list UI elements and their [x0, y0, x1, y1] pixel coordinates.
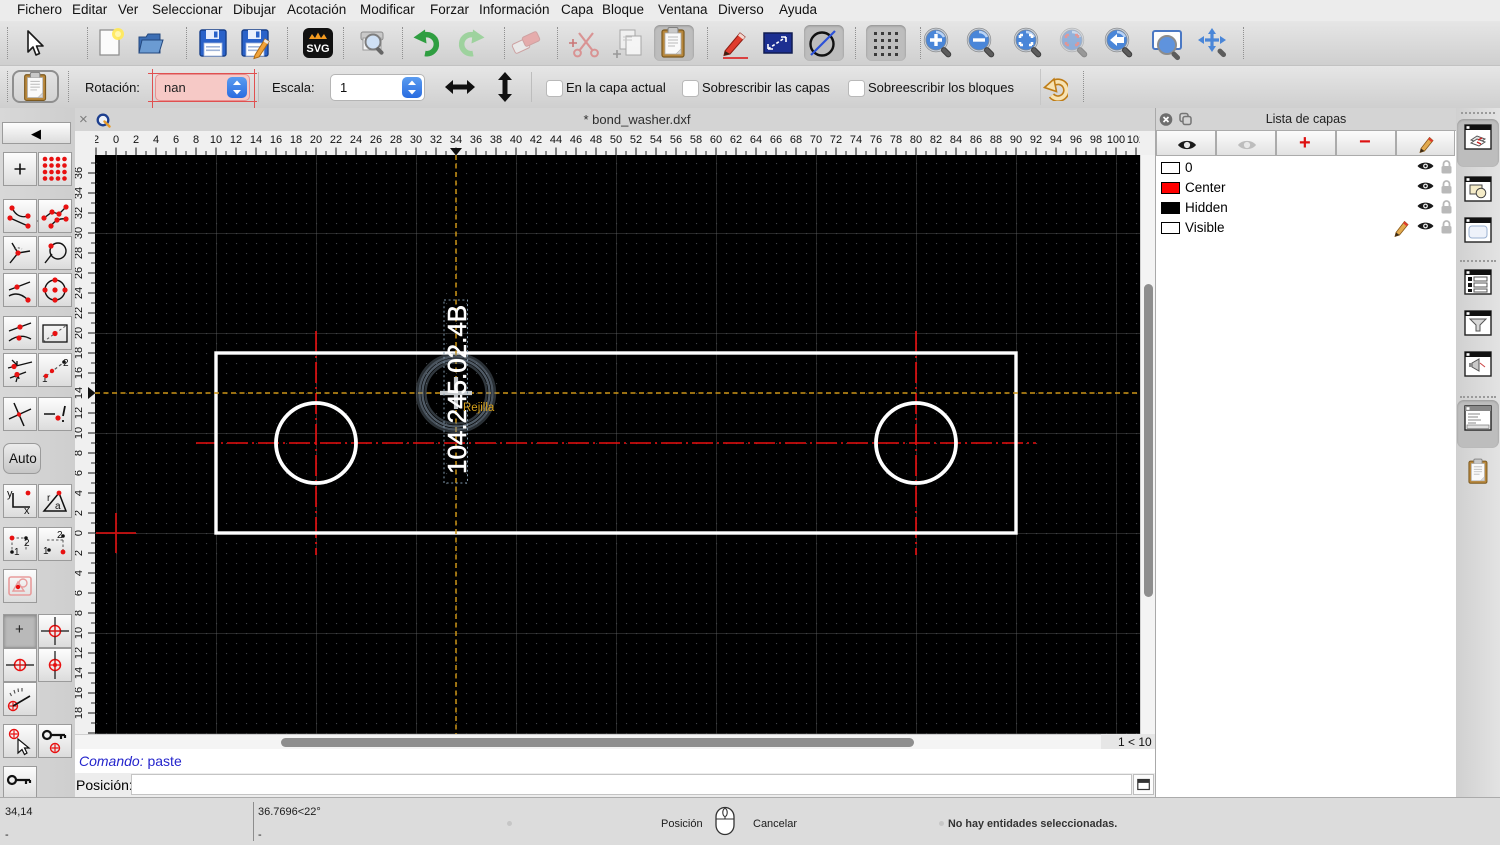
svg-text:92: 92 — [1030, 134, 1042, 146]
svg-text:14: 14 — [75, 387, 85, 399]
svg-text:24: 24 — [350, 134, 362, 146]
svg-text:62: 62 — [730, 134, 742, 146]
svg-text:76: 76 — [870, 134, 882, 146]
svg-text:58: 58 — [690, 134, 702, 146]
svg-text:32: 32 — [430, 134, 442, 146]
svg-text:36: 36 — [470, 134, 482, 146]
svg-text:8: 8 — [193, 134, 199, 146]
svg-text:16: 16 — [270, 134, 282, 146]
svg-text:30: 30 — [410, 134, 422, 146]
svg-text:20: 20 — [75, 327, 85, 339]
svg-text:72: 72 — [830, 134, 842, 146]
svg-text:8: 8 — [75, 450, 85, 456]
svg-text:16: 16 — [75, 687, 85, 699]
svg-text:32: 32 — [75, 207, 85, 219]
svg-text:100: 100 — [1107, 134, 1125, 146]
svg-text:0: 0 — [113, 134, 119, 146]
svg-text:34: 34 — [450, 134, 462, 146]
svg-text:2: 2 — [75, 550, 85, 556]
svg-text:16: 16 — [75, 367, 85, 379]
svg-text:26: 26 — [370, 134, 382, 146]
svg-text:4: 4 — [75, 570, 85, 576]
svg-text:14: 14 — [75, 667, 85, 679]
svg-text:10: 10 — [75, 427, 85, 439]
svg-text:30: 30 — [75, 227, 85, 239]
svg-text:a: a — [55, 501, 61, 512]
svg-text:68: 68 — [790, 134, 802, 146]
svg-text:6: 6 — [173, 134, 179, 146]
svg-text:46: 46 — [570, 134, 582, 146]
svg-text:0: 0 — [75, 530, 85, 536]
svg-text:70: 70 — [810, 134, 822, 146]
svg-text:26: 26 — [75, 267, 85, 279]
svg-text:18: 18 — [290, 134, 302, 146]
svg-text:Rejilla: Rejilla — [463, 402, 495, 414]
svg-text:4: 4 — [75, 490, 85, 496]
svg-text:82: 82 — [930, 134, 942, 146]
svg-text:2: 2 — [133, 134, 139, 146]
svg-text:6: 6 — [75, 470, 85, 476]
svg-text:28: 28 — [390, 134, 402, 146]
svg-text:10: 10 — [210, 134, 222, 146]
svg-text:48: 48 — [590, 134, 602, 146]
svg-text:80: 80 — [910, 134, 922, 146]
svg-text:28: 28 — [75, 247, 85, 259]
svg-text:8: 8 — [75, 610, 85, 616]
svg-text:102: 102 — [1127, 134, 1140, 146]
svg-text:22: 22 — [330, 134, 342, 146]
svg-text:64: 64 — [750, 134, 762, 146]
svg-text:86: 86 — [970, 134, 982, 146]
svg-text:22: 22 — [75, 307, 85, 319]
svg-text:10: 10 — [75, 627, 85, 639]
svg-text:96: 96 — [1070, 134, 1082, 146]
svg-text:104.245.02.4B: 104.245.02.4B — [442, 305, 472, 474]
svg-text:4: 4 — [153, 134, 159, 146]
svg-text:90: 90 — [1010, 134, 1022, 146]
svg-text:20: 20 — [310, 134, 322, 146]
svg-text:50: 50 — [610, 134, 622, 146]
svg-text:SVG: SVG — [306, 43, 329, 55]
svg-text:36: 36 — [75, 167, 85, 179]
svg-text:42: 42 — [530, 134, 542, 146]
svg-text:34: 34 — [75, 187, 85, 199]
svg-text:12: 12 — [75, 647, 85, 659]
svg-text:66: 66 — [770, 134, 782, 146]
svg-text:98: 98 — [1090, 134, 1102, 146]
svg-text:44: 44 — [550, 134, 562, 146]
svg-text:52: 52 — [630, 134, 642, 146]
svg-text:54: 54 — [650, 134, 662, 146]
svg-text:1: 1 — [14, 547, 20, 558]
svg-text:40: 40 — [510, 134, 522, 146]
svg-text:84: 84 — [950, 134, 962, 146]
svg-text:88: 88 — [990, 134, 1002, 146]
svg-text:2: 2 — [24, 538, 30, 549]
svg-text:12: 12 — [230, 134, 242, 146]
svg-text:14: 14 — [250, 134, 262, 146]
svg-text:y: y — [7, 488, 13, 500]
svg-text:12: 12 — [75, 407, 85, 419]
svg-text:18: 18 — [75, 347, 85, 359]
svg-text:38: 38 — [490, 134, 502, 146]
svg-text:60: 60 — [710, 134, 722, 146]
svg-text:2: 2 — [75, 510, 85, 516]
svg-text:18: 18 — [75, 707, 85, 719]
svg-text:6: 6 — [75, 590, 85, 596]
svg-text:2: 2 — [95, 134, 99, 146]
svg-text:74: 74 — [850, 134, 862, 146]
svg-text:24: 24 — [75, 287, 85, 299]
svg-text:78: 78 — [890, 134, 902, 146]
svg-text:94: 94 — [1050, 134, 1062, 146]
svg-text:56: 56 — [670, 134, 682, 146]
